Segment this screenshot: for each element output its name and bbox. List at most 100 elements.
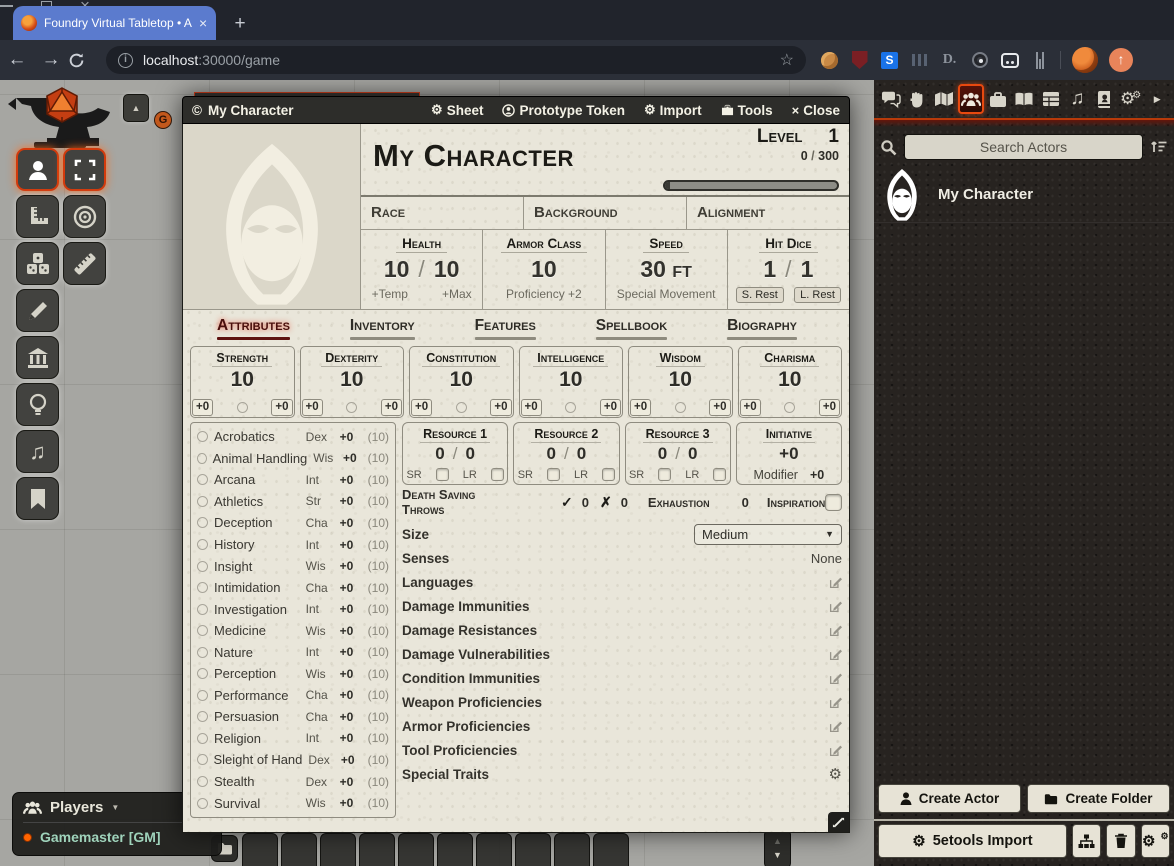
- module-icon[interactable]: ©: [192, 103, 202, 118]
- page-up-icon[interactable]: ▲: [765, 834, 790, 848]
- armor-class-stat[interactable]: Armor Class 10 Proficiency +2: [482, 230, 604, 309]
- resource-1[interactable]: Resource 1 0/0 SRLR: [402, 422, 508, 485]
- skill-row[interactable]: MedicineWis+0(10): [197, 623, 389, 638]
- proficiency-radio[interactable]: [197, 539, 208, 550]
- gear-icon[interactable]: ⚙: [829, 765, 842, 783]
- proficiency-radio[interactable]: [346, 402, 357, 413]
- tools-button[interactable]: Tools: [721, 103, 773, 118]
- tab-biography[interactable]: Biography: [727, 317, 797, 340]
- tab-inventory[interactable]: Inventory: [350, 317, 415, 340]
- hp-temp-label[interactable]: +Temp: [372, 287, 408, 301]
- skill-row[interactable]: PerformanceCha+0(10): [197, 688, 389, 703]
- ability-mod[interactable]: +0: [600, 399, 621, 416]
- folder-tree-button[interactable]: [1072, 824, 1101, 858]
- ability-mod[interactable]: +0: [490, 399, 511, 416]
- tab-attributes[interactable]: Attributes: [217, 317, 290, 340]
- lr-checkbox[interactable]: [491, 468, 504, 481]
- skill-row[interactable]: ReligionInt+0(10): [197, 731, 389, 746]
- macro-slot[interactable]: [281, 833, 317, 866]
- resource-3[interactable]: Resource 3 0/0 SRLR: [625, 422, 731, 485]
- back-button[interactable]: ←: [0, 49, 34, 71]
- tab-chat[interactable]: [878, 84, 904, 114]
- measure-tool[interactable]: [63, 242, 106, 285]
- tab-playlists[interactable]: ♫: [1065, 84, 1091, 114]
- sidebar-collapse-button[interactable]: ▶: [1144, 84, 1170, 114]
- macro-slot[interactable]: [320, 833, 356, 866]
- hp-max[interactable]: 10: [434, 256, 460, 283]
- skill-row[interactable]: AthleticsStr+0(10): [197, 494, 389, 509]
- proficiency-radio[interactable]: [197, 604, 208, 615]
- trait-special-traits[interactable]: Special Traits ⚙: [402, 762, 842, 786]
- proficiency-radio[interactable]: [675, 402, 686, 413]
- tab-actors[interactable]: [958, 84, 984, 114]
- resource-2[interactable]: Resource 2 0/0 SRLR: [513, 422, 619, 485]
- site-info-icon[interactable]: i: [118, 53, 133, 68]
- create-folder-button[interactable]: Create Folder: [1027, 784, 1170, 813]
- browser-tab[interactable]: Foundry Virtual Tabletop • A Stan ×: [13, 6, 216, 40]
- tab-spellbook[interactable]: Spellbook: [596, 317, 667, 340]
- skill-row[interactable]: SurvivalWis+0(10): [197, 796, 389, 811]
- ability-intelligence[interactable]: Intelligence10+0+0: [519, 346, 624, 418]
- window-resize-handle[interactable]: [828, 812, 849, 832]
- hp-current[interactable]: 10: [384, 256, 410, 283]
- edit-icon[interactable]: [829, 576, 842, 589]
- 5etools-import-button[interactable]: ⚙ 5etools Import: [878, 824, 1067, 858]
- lighting-tool[interactable]: [16, 383, 59, 426]
- background-field[interactable]: Background: [523, 197, 686, 229]
- tab-tables[interactable]: [1038, 84, 1064, 114]
- skill-row[interactable]: PersuasionCha+0(10): [197, 709, 389, 724]
- tab-journal[interactable]: [1011, 84, 1037, 114]
- death-failure-count[interactable]: 0: [621, 495, 628, 510]
- skill-row[interactable]: HistoryInt+0(10): [197, 537, 389, 552]
- lr-checkbox[interactable]: [713, 468, 726, 481]
- edit-icon[interactable]: [829, 624, 842, 637]
- edit-icon[interactable]: [829, 672, 842, 685]
- skill-row[interactable]: NatureInt+0(10): [197, 645, 389, 660]
- save-mod[interactable]: +0: [192, 399, 213, 416]
- exhaustion-value[interactable]: 0: [742, 495, 749, 510]
- proficiency-radio[interactable]: [197, 431, 208, 442]
- trait-tool-proficiencies[interactable]: Tool Proficiencies: [402, 738, 842, 762]
- create-actor-button[interactable]: Create Actor: [878, 784, 1021, 813]
- macro-slot[interactable]: [476, 833, 512, 866]
- trait-damage-vulnerabilities[interactable]: Damage Vulnerabilities: [402, 642, 842, 666]
- proficiency-radio[interactable]: [197, 474, 208, 485]
- fork-extension-icon[interactable]: [1030, 51, 1049, 70]
- trait-senses[interactable]: Senses None: [402, 546, 842, 570]
- actor-name[interactable]: My Character: [938, 186, 1033, 203]
- shield-extension-icon[interactable]: [850, 51, 869, 70]
- ac-value[interactable]: 10: [531, 256, 557, 283]
- prototype-token-button[interactable]: Prototype Token: [502, 103, 625, 118]
- lr-checkbox[interactable]: [602, 468, 615, 481]
- hotbar-page-button[interactable]: ▲ ▼: [764, 829, 791, 866]
- skill-row[interactable]: StealthDex+0(10): [197, 774, 389, 789]
- macro-slot[interactable]: [398, 833, 434, 866]
- proficiency-radio[interactable]: [197, 776, 208, 787]
- hp-tempmax-label[interactable]: +Max: [442, 287, 472, 301]
- proficiency-radio[interactable]: [197, 517, 208, 528]
- proficiency-radio[interactable]: [197, 561, 208, 572]
- save-mod[interactable]: +0: [411, 399, 432, 416]
- proficiency-radio[interactable]: [456, 402, 467, 413]
- new-tab-button[interactable]: +: [228, 12, 252, 36]
- senses-value[interactable]: None: [811, 551, 842, 566]
- macro-slot[interactable]: [515, 833, 551, 866]
- import-button[interactable]: ⚙Import: [644, 102, 702, 118]
- profile-avatar[interactable]: [1072, 47, 1098, 73]
- skill-row[interactable]: InsightWis+0(10): [197, 559, 389, 574]
- death-success-icon[interactable]: ✓: [561, 494, 573, 511]
- tab-close-icon[interactable]: ×: [199, 16, 207, 30]
- tiles-tool[interactable]: [16, 336, 59, 379]
- macro-slot[interactable]: [242, 833, 278, 866]
- target-tool[interactable]: [63, 195, 106, 238]
- trait-languages[interactable]: Languages: [402, 570, 842, 594]
- hit-dice-stat[interactable]: Hit Dice 1/1 S. Rest L. Rest: [727, 230, 849, 309]
- macro-slot[interactable]: [437, 833, 473, 866]
- s-extension-icon[interactable]: S: [880, 51, 899, 70]
- speed-value[interactable]: 30 ft: [640, 256, 692, 283]
- grid-extension-icon[interactable]: [910, 51, 929, 70]
- ability-constitution[interactable]: Constitution10+0+0: [409, 346, 514, 418]
- proficiency-radio[interactable]: [784, 402, 795, 413]
- ability-dexterity[interactable]: Dexterity10+0+0: [300, 346, 405, 418]
- character-portrait[interactable]: [183, 124, 361, 309]
